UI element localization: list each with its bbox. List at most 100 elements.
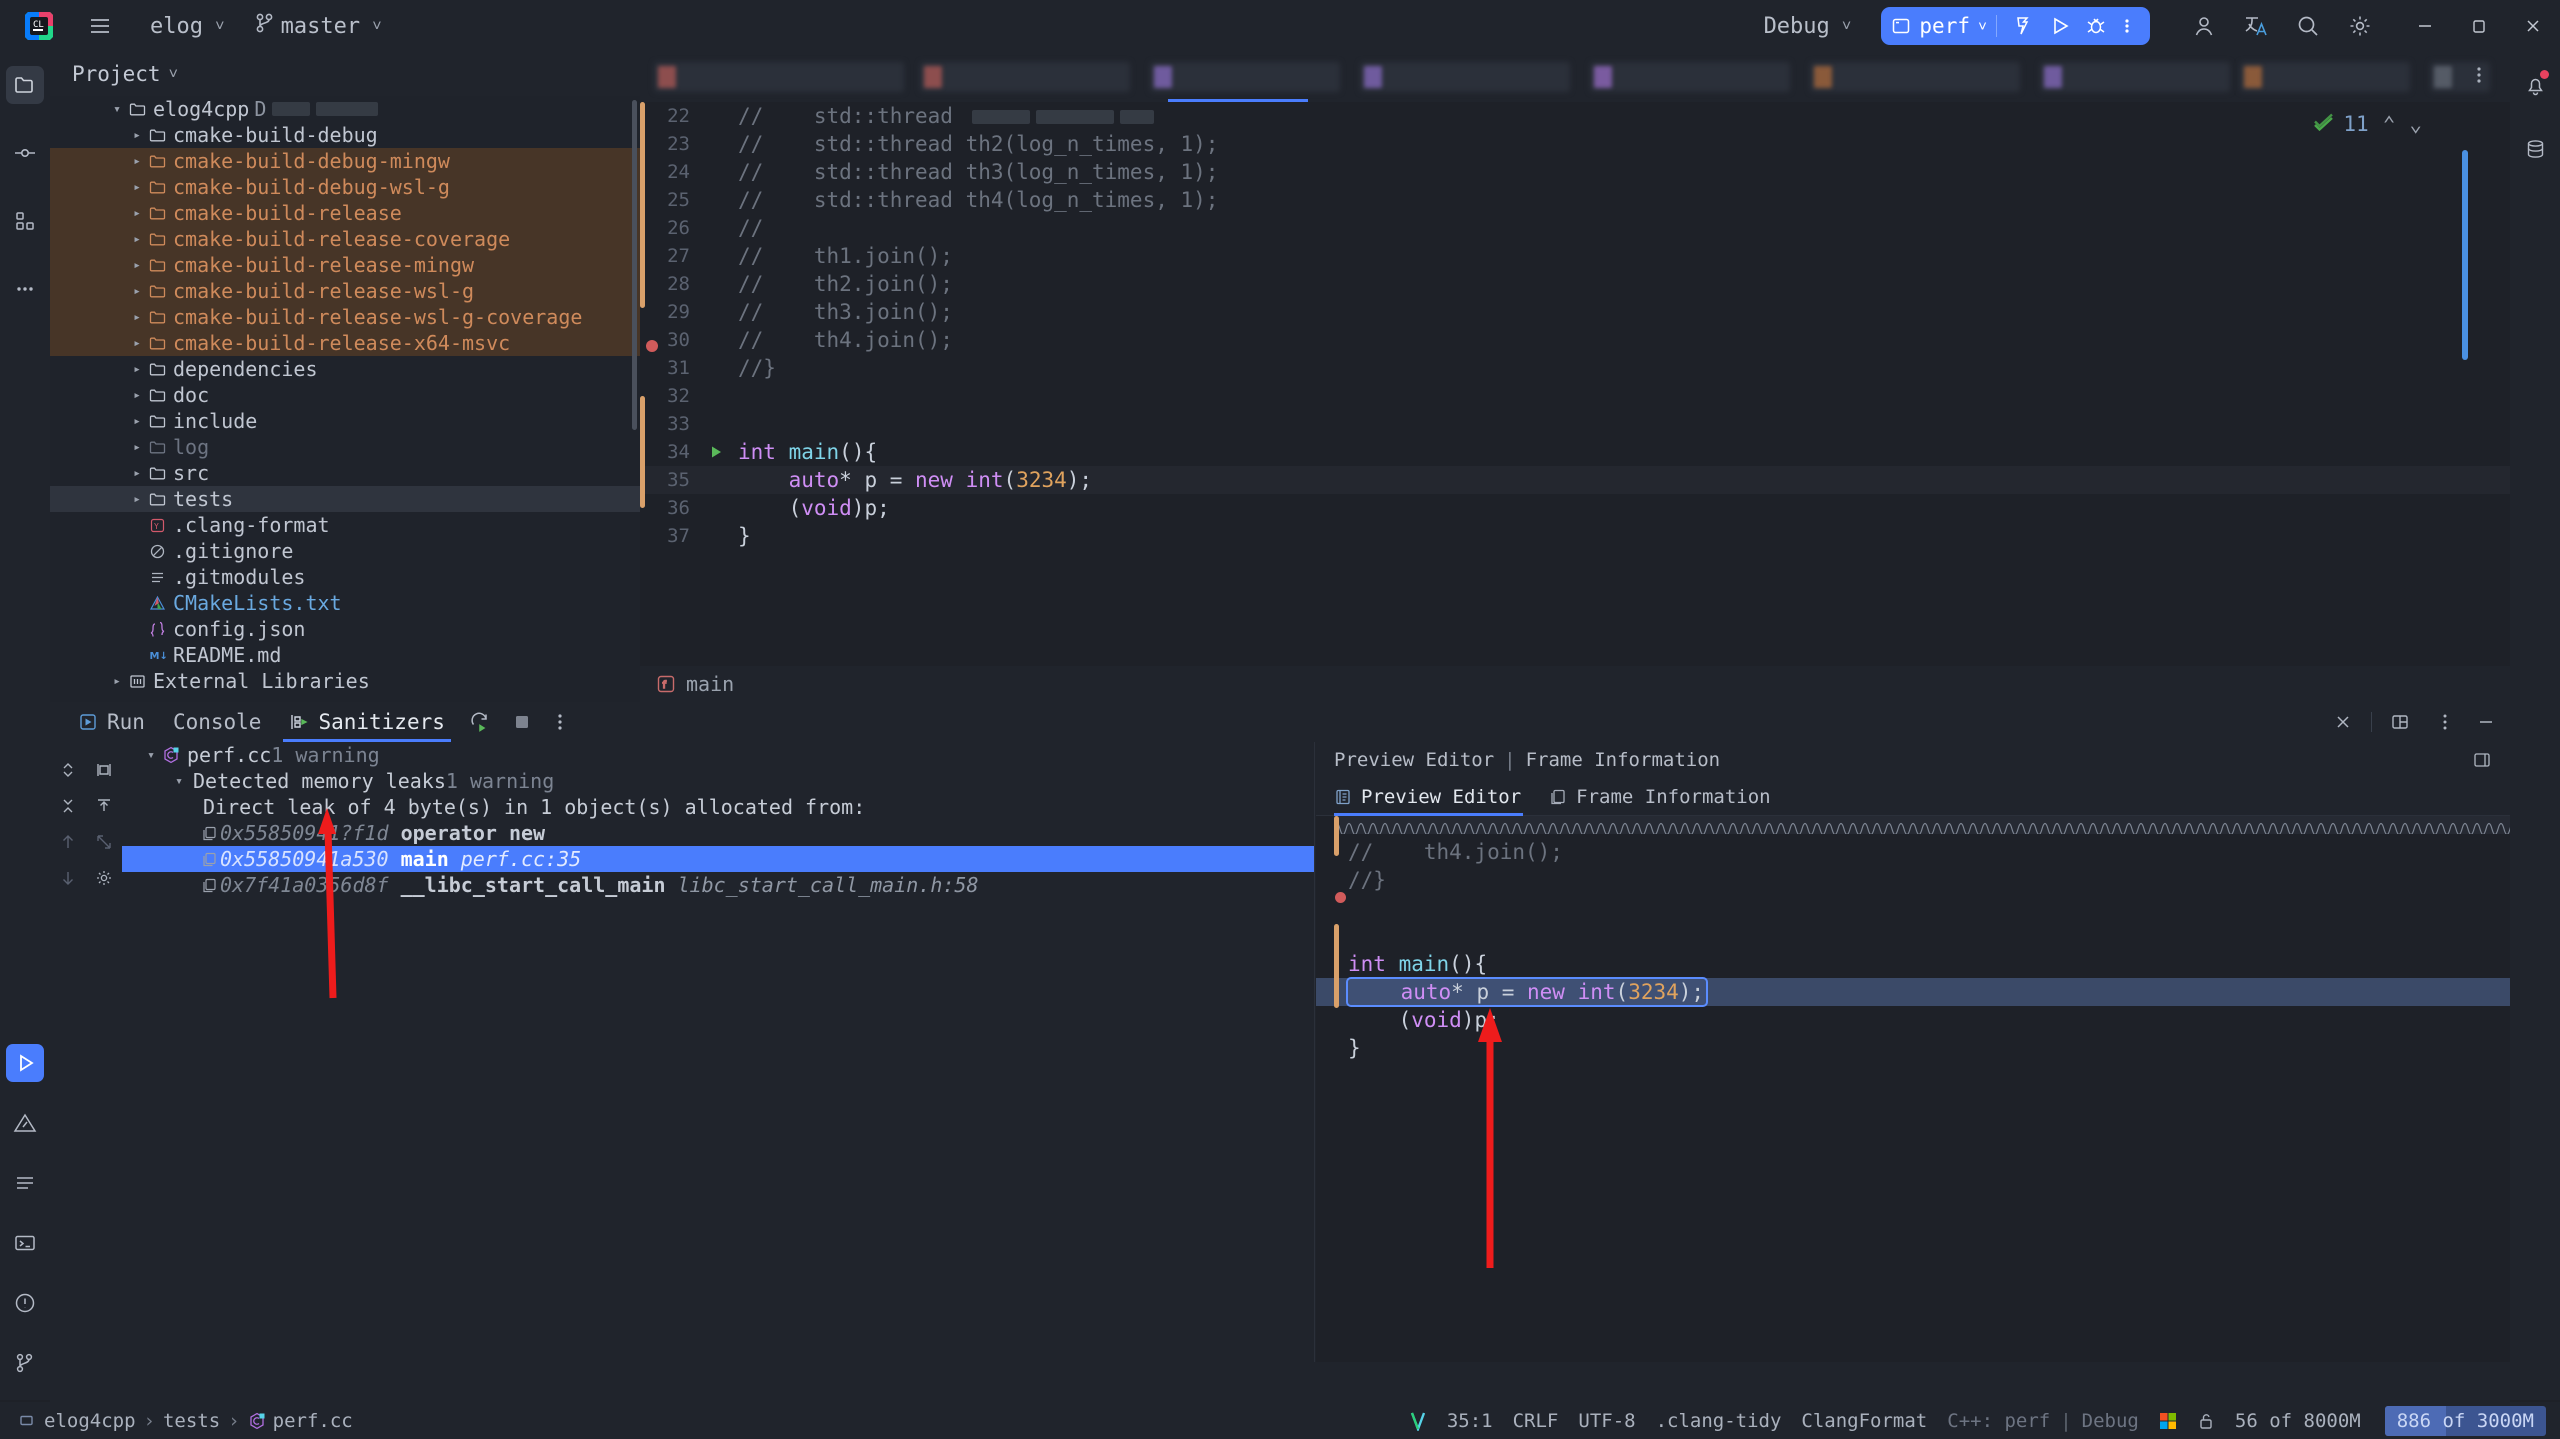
tree-item-log[interactable]: ▸log [50,434,640,460]
gutter-marker[interactable] [702,444,730,460]
sidebar-item-more-tool-windows[interactable] [6,270,44,308]
chevron-down-icon[interactable]: ⌄ [2409,112,2422,136]
chevron-right-icon[interactable]: ▸ [128,388,146,403]
chevron-right-icon[interactable]: ▸ [128,362,146,377]
chevron-right-icon[interactable]: ▸ [128,440,146,455]
branch-dropdown[interactable]: master ˅ [247,8,390,44]
windows-toolchain-icon[interactable] [2159,1412,2177,1430]
code-line-37[interactable]: 37} [640,522,2510,550]
preview-code[interactable]: // th4.join();//}int main(){ auto* p = n… [1316,816,2510,1362]
more-run-actions-icon[interactable] [2114,15,2140,37]
hamburger-icon[interactable] [80,6,120,46]
project-tree[interactable]: ▾ elog4cpp D ▸cmake-build-debug▸cmake-bu… [50,96,640,702]
tree-item-config-json[interactable]: config.json [50,616,640,642]
tree-item--clang-format[interactable]: Y.clang-format [50,512,640,538]
tab-run[interactable]: Run [64,702,159,742]
editor-scrollbar[interactable] [2462,150,2468,360]
code-line-31[interactable]: 31//} [640,354,2510,382]
bottom-window-options-icon[interactable] [2442,712,2448,732]
code-line-30[interactable]: 30// th4.join(); [640,326,2510,354]
notifications-bell-icon[interactable] [2516,66,2554,104]
inspections-widget[interactable]: 11 ⌃ ⌄ [2313,112,2422,136]
chevron-right-icon[interactable]: ▸ [128,336,146,351]
tree-scrollbar[interactable] [632,100,637,430]
translate-icon[interactable] [2236,6,2276,46]
sanitizers-tree[interactable]: ▾perf.cc 1 warning▾Detected memory leaks… [122,742,1314,898]
code-line-25[interactable]: 25// std::thread th4(log_n_times, 1); [640,186,2510,214]
code-line-27[interactable]: 27// th1.join(); [640,242,2510,270]
collapse-all-icon[interactable] [50,788,86,824]
close-button[interactable] [2506,0,2560,52]
chevron-right-icon[interactable]: ▸ [128,258,146,273]
tree-item-src[interactable]: ▸src [50,460,640,486]
chevron-up-icon[interactable]: ⌃ [2383,112,2396,136]
editor-tab[interactable] [1590,62,1790,92]
expand-collapse-icon[interactable] [50,752,86,788]
rerun-button[interactable] [459,711,501,733]
memory-indicator[interactable]: 886 of 3000M [2385,1406,2546,1436]
tree-item-cmake-build-release-coverage[interactable]: ▸cmake-build-release-coverage [50,226,640,252]
project-name-dropdown[interactable]: elog ˅ [136,10,233,43]
run-button[interactable] [2042,15,2078,37]
tab-console[interactable]: Console [159,702,276,742]
status-breadcrumb[interactable]: elog4cpp › tests › perf.cc [0,1410,353,1432]
code-line-34[interactable]: 34int main(){ [640,438,2510,466]
sidebar-item-terminal[interactable] [6,1224,44,1262]
chevron-right-icon[interactable]: ▸ [128,180,146,195]
tree-root-elog4cpp[interactable]: ▾ elog4cpp D [50,96,640,122]
encoding-label[interactable]: UTF-8 [1578,1410,1635,1432]
tree-external-libraries[interactable]: ▸ External Libraries [50,668,640,694]
project-panel-header[interactable]: Project ˅ [50,52,640,96]
tree-item-include[interactable]: ▸include [50,408,640,434]
sanitizer-row[interactable]: ▾perf.cc 1 warning [122,742,1314,768]
minimize-button[interactable] [2398,0,2452,52]
next-occurrence-icon[interactable] [50,860,86,896]
search-icon[interactable] [2288,6,2328,46]
sanitizer-row[interactable]: 0x7f41a0356d8f__libc_start_call_mainlibc… [122,872,1314,898]
preview-line-7[interactable]: } [1316,1034,2510,1062]
sidebar-item-notifications-problems[interactable] [6,1284,44,1322]
breadcrumb-folder-label[interactable]: tests [163,1410,220,1432]
sidebar-item-commit[interactable] [6,134,44,172]
chevron-down-icon[interactable]: ▾ [170,774,188,789]
chevron-right-icon[interactable]: ▸ [108,674,126,689]
minimize-tool-window-icon[interactable] [2476,712,2496,732]
tree-item-tests[interactable]: ▸tests [50,486,640,512]
editor-tab[interactable] [2240,62,2410,92]
sidebar-item-todo[interactable] [6,1164,44,1202]
code-line-35[interactable]: 35 auto* p = new int(3234); [640,466,2510,494]
debug-button[interactable] [2078,15,2114,37]
settings-gear-icon[interactable] [86,860,122,896]
editor-tab-bar[interactable]: gyang.cc [640,52,2510,102]
layout-settings-icon[interactable] [2390,712,2410,732]
editor-tab[interactable] [1810,62,2020,92]
debug-mode-dropdown[interactable]: Debug ˅ [1750,10,1860,43]
caret-position-label[interactable]: 35:1 [1447,1410,1493,1432]
split-panel-icon[interactable] [2472,750,2492,770]
chevron-right-icon[interactable]: ▸ [128,492,146,507]
tab-sanitizers[interactable]: Sanitizers [275,702,458,742]
chevron-right-icon[interactable]: ▸ [128,310,146,325]
sidebar-item-project[interactable] [6,66,44,104]
build-button[interactable] [2006,15,2042,37]
editor-tab[interactable] [2040,62,2230,92]
tree-item-cmake-build-debug-mingw[interactable]: ▸cmake-build-debug-mingw [50,148,640,174]
chevron-right-icon[interactable]: ▸ [128,128,146,143]
chevron-down-icon[interactable]: ▾ [108,102,126,117]
code-line-32[interactable]: 32 [640,382,2510,410]
preview-line-5[interactable]: auto* p = new int(3234); [1316,978,2510,1006]
editor-tab[interactable] [1150,62,1340,92]
frame-location[interactable]: libc_start_call_main.h:58 [677,873,978,897]
tree-item--gitignore[interactable]: .gitignore [50,538,640,564]
tree-item-cmake-build-release-wsl-g-coverage[interactable]: ▸cmake-build-release-wsl-g-coverage [50,304,640,330]
code-line-24[interactable]: 24// std::thread th3(log_n_times, 1); [640,158,2510,186]
sidebar-item-problems[interactable] [6,1104,44,1142]
preview-line-3[interactable] [1316,922,2510,950]
clang-tidy-label[interactable]: .clang-tidy [1656,1410,1782,1432]
breadcrumb-file-label[interactable]: perf.cc [273,1410,353,1432]
tab-frame-information[interactable]: Frame Information [1549,778,1798,816]
tree-item-cmake-build-release-wsl-g[interactable]: ▸cmake-build-release-wsl-g [50,278,640,304]
sanitizer-row[interactable]: ▾Detected memory leaks 1 warning [122,768,1314,794]
cpp-profile-label[interactable]: Debug [2082,1410,2139,1432]
preview-line-1[interactable]: //} [1316,866,2510,894]
